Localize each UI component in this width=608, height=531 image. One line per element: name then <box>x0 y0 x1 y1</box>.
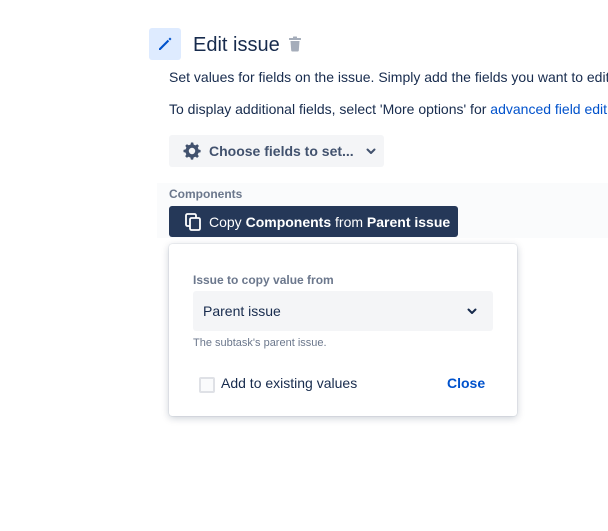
copy-prefix: Copy <box>209 213 246 230</box>
copy-middle: from <box>331 213 367 230</box>
description-line-2-text: To display additional fields, select 'Mo… <box>169 101 491 117</box>
trash-icon[interactable] <box>288 36 302 52</box>
copy-field-name: Components <box>245 213 332 230</box>
copy-components-button[interactable]: Copy Components from Parent issue <box>169 206 458 237</box>
chevron-down-icon <box>366 148 376 154</box>
issue-source-selected-value: Parent issue <box>203 303 281 319</box>
advanced-field-edit-link[interactable]: advanced field edit <box>490 101 607 117</box>
issue-to-copy-label: Issue to copy value from <box>193 273 334 287</box>
pencil-icon <box>159 37 172 50</box>
add-to-existing-label[interactable]: Add to existing values <box>221 375 357 391</box>
copy-value-popup: Issue to copy value from Parent issue Th… <box>169 244 517 416</box>
copy-icon <box>185 212 201 231</box>
choose-fields-label: Choose fields to set... <box>209 143 354 159</box>
copy-source-name: Parent issue <box>366 213 451 230</box>
close-button[interactable]: Close <box>447 375 485 391</box>
issue-source-select[interactable]: Parent issue <box>193 291 493 331</box>
page-title: Edit issue <box>193 34 280 56</box>
edit-issue-icon-box <box>149 28 181 60</box>
add-to-existing-checkbox[interactable] <box>199 377 215 393</box>
gear-icon <box>183 142 201 160</box>
components-label: Components <box>169 187 243 201</box>
choose-fields-button[interactable]: Choose fields to set... <box>169 135 384 167</box>
chevron-down-icon <box>467 308 477 314</box>
helper-text: The subtask's parent issue. <box>193 337 327 349</box>
description-line-1: Set values for fields on the issue. Simp… <box>169 69 608 85</box>
description-line-2: To display additional fields, select 'Mo… <box>169 100 607 118</box>
